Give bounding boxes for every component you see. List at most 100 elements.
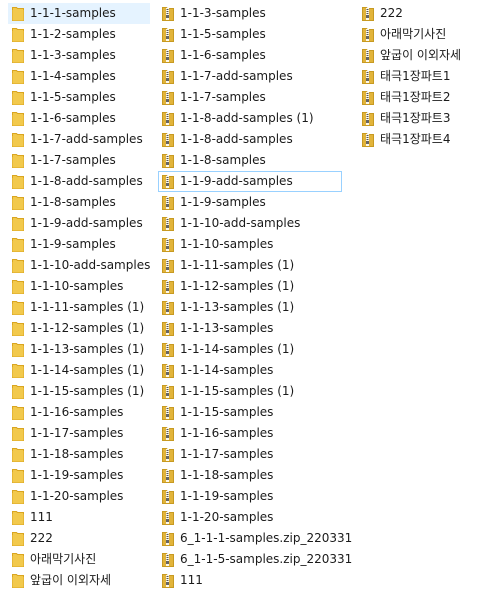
zip-icon [162, 468, 174, 483]
item-label: 1-1-19-samples [30, 468, 124, 482]
zip-file-item[interactable]: 6_1-1-1-samples.zip_220331 [158, 528, 352, 549]
item-label: 1-1-9-samples [30, 237, 116, 251]
folder-icon [12, 6, 24, 21]
zip-icon [162, 69, 174, 84]
zip-file-item[interactable]: 태극1장파트2 [358, 87, 488, 108]
folder-item[interactable]: 1-1-3-samples [8, 45, 150, 66]
zip-file-item[interactable]: 1-1-18-samples [158, 465, 342, 486]
zip-file-item[interactable]: 1-1-11-samples (1) [158, 255, 342, 276]
item-label: 1-1-15-samples [180, 405, 274, 419]
zip-file-item[interactable]: 1-1-9-add-samples [158, 171, 342, 192]
item-label: 태극1장파트3 [380, 111, 451, 125]
zip-file-item[interactable]: 태극1장파트3 [358, 108, 488, 129]
item-label: 222 [380, 6, 403, 20]
folder-icon [12, 510, 24, 525]
item-label: 태극1장파트1 [380, 69, 451, 83]
zip-file-item[interactable]: 1-1-20-samples [158, 507, 342, 528]
item-label: 1-1-8-samples [30, 195, 116, 209]
folder-item[interactable]: 1-1-9-add-samples [8, 213, 150, 234]
zip-file-item[interactable]: 1-1-3-samples [158, 3, 342, 24]
zip-file-item[interactable]: 1-1-8-add-samples (1) [158, 108, 342, 129]
zip-file-item[interactable]: 1-1-10-add-samples [158, 213, 342, 234]
zip-file-item[interactable]: 태극1장파트4 [358, 129, 488, 150]
folder-item[interactable]: 222 [8, 528, 150, 549]
folder-icon [12, 342, 24, 357]
zip-file-item[interactable]: 1-1-13-samples (1) [158, 297, 342, 318]
item-label: 1-1-20-samples [180, 510, 274, 524]
zip-file-item[interactable]: 111 [158, 570, 342, 591]
item-label: 1-1-1-samples [30, 6, 116, 20]
folder-item[interactable]: 111 [8, 507, 150, 528]
folder-item[interactable]: 1-1-10-samples [8, 276, 150, 297]
zip-icon [362, 48, 374, 63]
zip-icon [162, 426, 174, 441]
zip-file-item[interactable]: 6_1-1-5-samples.zip_220331 [158, 549, 352, 570]
zip-file-item[interactable]: 1-1-8-add-samples [158, 129, 342, 150]
zip-icon [162, 153, 174, 168]
zip-file-item[interactable]: 1-1-14-samples [158, 360, 342, 381]
folder-item[interactable]: 1-1-10-add-samples [8, 255, 150, 276]
zip-file-item[interactable]: 1-1-15-samples [158, 402, 342, 423]
folder-item[interactable]: 아래막기사진 [8, 549, 150, 570]
folder-item[interactable]: 1-1-13-samples (1) [8, 339, 150, 360]
folder-item[interactable]: 1-1-16-samples [8, 402, 150, 423]
folder-icon [12, 48, 24, 63]
folder-item[interactable]: 1-1-7-add-samples [8, 129, 150, 150]
zip-icon [162, 174, 174, 189]
zip-file-item[interactable]: 1-1-13-samples [158, 318, 342, 339]
folder-item[interactable]: 1-1-14-samples (1) [8, 360, 150, 381]
folder-item[interactable]: 1-1-8-add-samples [8, 171, 150, 192]
folder-icon [12, 279, 24, 294]
folder-item[interactable]: 1-1-12-samples (1) [8, 318, 150, 339]
folder-item[interactable]: 1-1-18-samples [8, 444, 150, 465]
item-label: 1-1-17-samples [30, 426, 124, 440]
folder-icon [12, 489, 24, 504]
folder-item[interactable]: 1-1-15-samples (1) [8, 381, 150, 402]
zip-file-item[interactable]: 1-1-15-samples (1) [158, 381, 342, 402]
zip-file-item[interactable]: 1-1-17-samples [158, 444, 342, 465]
item-label: 1-1-7-add-samples [180, 69, 293, 83]
zip-file-item[interactable]: 1-1-12-samples (1) [158, 276, 342, 297]
zip-file-item[interactable]: 1-1-10-samples [158, 234, 342, 255]
file-column-3: 222 아래막기사진 앞굽이 이외자세태극1장파트1 태극1장파트2 태극1장파트3 태극… [358, 3, 488, 150]
folder-item[interactable]: 1-1-20-samples [8, 486, 150, 507]
item-label: 1-1-10-samples [30, 279, 124, 293]
folder-item[interactable]: 1-1-2-samples [8, 24, 150, 45]
zip-file-item[interactable]: 1-1-9-samples [158, 192, 342, 213]
zip-file-item[interactable]: 아래막기사진 [358, 24, 488, 45]
zip-icon [162, 300, 174, 315]
zip-file-item[interactable]: 1-1-8-samples [158, 150, 342, 171]
folder-item[interactable]: 1-1-8-samples [8, 192, 150, 213]
folder-item[interactable]: 1-1-7-samples [8, 150, 150, 171]
folder-item[interactable]: 1-1-17-samples [8, 423, 150, 444]
zip-file-item[interactable]: 앞굽이 이외자세 [358, 45, 488, 66]
item-label: 1-1-7-add-samples [30, 132, 143, 146]
zip-icon [162, 27, 174, 42]
folder-item[interactable]: 1-1-1-samples [8, 3, 150, 24]
folder-item[interactable]: 1-1-6-samples [8, 108, 150, 129]
zip-file-item[interactable]: 1-1-7-add-samples [158, 66, 342, 87]
zip-file-item[interactable]: 1-1-7-samples [158, 87, 342, 108]
folder-item[interactable]: 1-1-19-samples [8, 465, 150, 486]
item-label: 1-1-10-samples [180, 237, 274, 251]
folder-item[interactable]: 1-1-9-samples [8, 234, 150, 255]
folder-item[interactable]: 1-1-11-samples (1) [8, 297, 150, 318]
zip-icon [162, 237, 174, 252]
zip-file-item[interactable]: 1-1-19-samples [158, 486, 342, 507]
zip-file-item[interactable]: 1-1-5-samples [158, 24, 342, 45]
zip-file-item[interactable]: 1-1-14-samples (1) [158, 339, 342, 360]
folder-item[interactable]: 1-1-5-samples [8, 87, 150, 108]
zip-icon [162, 132, 174, 147]
folder-icon [12, 111, 24, 126]
folder-item[interactable]: 1-1-4-samples [8, 66, 150, 87]
zip-file-item[interactable]: 태극1장파트1 [358, 66, 488, 87]
folder-icon [12, 27, 24, 42]
folder-item[interactable]: 앞굽이 이외자세 [8, 570, 150, 591]
item-label: 앞굽이 이외자세 [30, 573, 112, 587]
zip-file-item[interactable]: 222 [358, 3, 488, 24]
zip-file-item[interactable]: 1-1-6-samples [158, 45, 342, 66]
zip-file-item[interactable]: 1-1-16-samples [158, 423, 342, 444]
folder-icon [12, 552, 24, 567]
item-label: 1-1-16-samples [30, 405, 124, 419]
folder-icon [12, 69, 24, 84]
